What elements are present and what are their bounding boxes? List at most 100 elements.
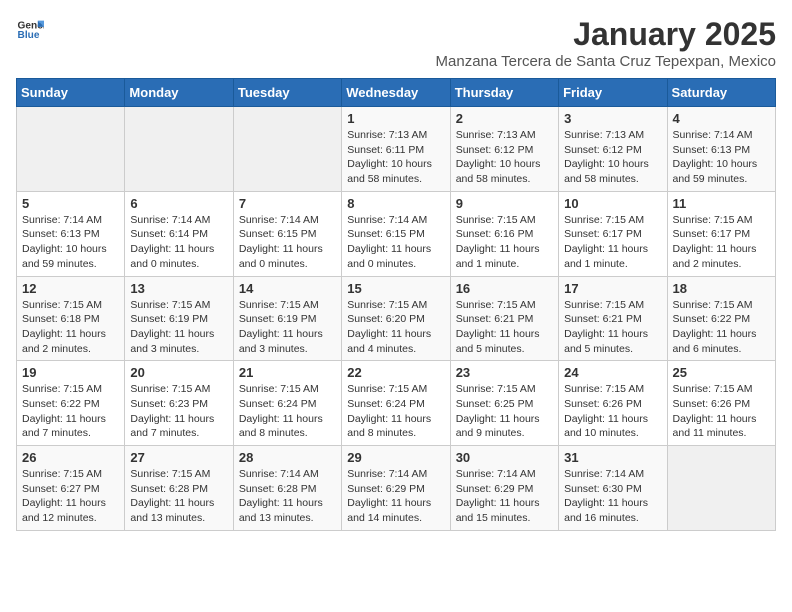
days-header-row: SundayMondayTuesdayWednesdayThursdayFrid… [17, 79, 776, 107]
day-number: 28 [239, 450, 336, 465]
day-info: Sunrise: 7:15 AM Sunset: 6:26 PM Dayligh… [673, 382, 770, 441]
day-info: Sunrise: 7:13 AM Sunset: 6:11 PM Dayligh… [347, 128, 444, 187]
logo: General Blue [16, 16, 44, 44]
day-info: Sunrise: 7:15 AM Sunset: 6:19 PM Dayligh… [130, 298, 227, 357]
day-info: Sunrise: 7:15 AM Sunset: 6:22 PM Dayligh… [22, 382, 119, 441]
day-number: 19 [22, 365, 119, 380]
calendar-cell: 24 Sunrise: 7:15 AM Sunset: 6:26 PM Dayli… [559, 361, 667, 446]
day-info: Sunrise: 7:15 AM Sunset: 6:21 PM Dayligh… [564, 298, 661, 357]
calendar-cell: 6Sunrise: 7:14 AM Sunset: 6:14 PM Daylig… [125, 191, 233, 276]
calendar-cell [17, 107, 125, 192]
calendar-cell: 25 Sunrise: 7:15 AM Sunset: 6:26 PM Dayli… [667, 361, 775, 446]
calendar-cell: 16Sunrise: 7:15 AM Sunset: 6:21 PM Dayli… [450, 276, 558, 361]
day-number: 24 [564, 365, 661, 380]
day-number: 10 [564, 196, 661, 211]
day-info: Sunrise: 7:15 AM Sunset: 6:24 PM Dayligh… [239, 382, 336, 441]
day-number: 17 [564, 281, 661, 296]
week-row-1: 1 Sunrise: 7:13 AM Sunset: 6:11 PM Daylig… [17, 107, 776, 192]
calendar-cell: 11Sunrise: 7:15 AM Sunset: 6:17 PM Dayli… [667, 191, 775, 276]
day-info: Sunrise: 7:15 AM Sunset: 6:20 PM Dayligh… [347, 298, 444, 357]
day-info: Sunrise: 7:15 AM Sunset: 6:27 PM Dayligh… [22, 467, 119, 526]
day-info: Sunrise: 7:15 AM Sunset: 6:23 PM Dayligh… [130, 382, 227, 441]
calendar-table: SundayMondayTuesdayWednesdayThursdayFrid… [16, 78, 776, 531]
day-number: 29 [347, 450, 444, 465]
day-info: Sunrise: 7:15 AM Sunset: 6:22 PM Dayligh… [673, 298, 770, 357]
calendar-cell: 8 Sunrise: 7:14 AM Sunset: 6:15 PM Daylig… [342, 191, 450, 276]
calendar-cell: 5Sunrise: 7:14 AM Sunset: 6:13 PM Daylig… [17, 191, 125, 276]
calendar-cell: 28Sunrise: 7:14 AM Sunset: 6:28 PM Dayli… [233, 446, 341, 531]
day-info: Sunrise: 7:15 AM Sunset: 6:19 PM Dayligh… [239, 298, 336, 357]
calendar-cell: 3 Sunrise: 7:13 AM Sunset: 6:12 PM Daylig… [559, 107, 667, 192]
day-info: Sunrise: 7:14 AM Sunset: 6:15 PM Dayligh… [239, 213, 336, 272]
day-number: 2 [456, 111, 553, 126]
day-number: 25 [673, 365, 770, 380]
day-number: 14 [239, 281, 336, 296]
header-day-wednesday: Wednesday [342, 79, 450, 107]
calendar-title: January 2025 [436, 16, 776, 53]
day-number: 11 [673, 196, 770, 211]
calendar-cell: 31 Sunrise: 7:14 AM Sunset: 6:30 PM Dayli… [559, 446, 667, 531]
calendar-cell: 7 Sunrise: 7:14 AM Sunset: 6:15 PM Daylig… [233, 191, 341, 276]
calendar-cell: 30 Sunrise: 7:14 AM Sunset: 6:29 PM Dayli… [450, 446, 558, 531]
calendar-cell: 14 Sunrise: 7:15 AM Sunset: 6:19 PM Dayli… [233, 276, 341, 361]
header-day-saturday: Saturday [667, 79, 775, 107]
day-number: 12 [22, 281, 119, 296]
svg-text:Blue: Blue [18, 30, 40, 41]
calendar-cell: 22 Sunrise: 7:15 AM Sunset: 6:24 PM Dayli… [342, 361, 450, 446]
calendar-cell: 9Sunrise: 7:15 AM Sunset: 6:16 PM Daylig… [450, 191, 558, 276]
day-info: Sunrise: 7:14 AM Sunset: 6:13 PM Dayligh… [22, 213, 119, 272]
day-number: 26 [22, 450, 119, 465]
week-row-2: 5Sunrise: 7:14 AM Sunset: 6:13 PM Daylig… [17, 191, 776, 276]
calendar-cell: 17 Sunrise: 7:15 AM Sunset: 6:21 PM Dayli… [559, 276, 667, 361]
day-number: 21 [239, 365, 336, 380]
day-info: Sunrise: 7:15 AM Sunset: 6:26 PM Dayligh… [564, 382, 661, 441]
calendar-subtitle: Manzana Tercera de Santa Cruz Tepexpan, … [436, 53, 776, 70]
week-row-4: 19 Sunrise: 7:15 AM Sunset: 6:22 PM Dayli… [17, 361, 776, 446]
calendar-cell: 4Sunrise: 7:14 AM Sunset: 6:13 PM Daylig… [667, 107, 775, 192]
day-number: 20 [130, 365, 227, 380]
calendar-cell: 26 Sunrise: 7:15 AM Sunset: 6:27 PM Dayli… [17, 446, 125, 531]
calendar-cell: 15Sunrise: 7:15 AM Sunset: 6:20 PM Dayli… [342, 276, 450, 361]
header-day-thursday: Thursday [450, 79, 558, 107]
day-info: Sunrise: 7:15 AM Sunset: 6:21 PM Dayligh… [456, 298, 553, 357]
week-row-3: 12Sunrise: 7:15 AM Sunset: 6:18 PM Dayli… [17, 276, 776, 361]
logo-icon: General Blue [16, 16, 44, 44]
day-info: Sunrise: 7:14 AM Sunset: 6:29 PM Dayligh… [456, 467, 553, 526]
day-info: Sunrise: 7:14 AM Sunset: 6:30 PM Dayligh… [564, 467, 661, 526]
calendar-cell: 20 Sunrise: 7:15 AM Sunset: 6:23 PM Dayli… [125, 361, 233, 446]
calendar-cell [125, 107, 233, 192]
header-day-tuesday: Tuesday [233, 79, 341, 107]
day-info: Sunrise: 7:15 AM Sunset: 6:24 PM Dayligh… [347, 382, 444, 441]
calendar-cell: 27Sunrise: 7:15 AM Sunset: 6:28 PM Dayli… [125, 446, 233, 531]
day-number: 8 [347, 196, 444, 211]
day-info: Sunrise: 7:14 AM Sunset: 6:15 PM Dayligh… [347, 213, 444, 272]
calendar-cell: 21 Sunrise: 7:15 AM Sunset: 6:24 PM Dayli… [233, 361, 341, 446]
day-number: 7 [239, 196, 336, 211]
calendar-cell: 1 Sunrise: 7:13 AM Sunset: 6:11 PM Daylig… [342, 107, 450, 192]
day-number: 4 [673, 111, 770, 126]
day-number: 13 [130, 281, 227, 296]
day-info: Sunrise: 7:15 AM Sunset: 6:17 PM Dayligh… [564, 213, 661, 272]
calendar-cell: 13 Sunrise: 7:15 AM Sunset: 6:19 PM Dayli… [125, 276, 233, 361]
day-number: 31 [564, 450, 661, 465]
day-number: 23 [456, 365, 553, 380]
day-number: 9 [456, 196, 553, 211]
day-info: Sunrise: 7:15 AM Sunset: 6:28 PM Dayligh… [130, 467, 227, 526]
calendar-cell [667, 446, 775, 531]
calendar-cell [233, 107, 341, 192]
day-number: 30 [456, 450, 553, 465]
header-day-monday: Monday [125, 79, 233, 107]
calendar-cell: 10 Sunrise: 7:15 AM Sunset: 6:17 PM Dayli… [559, 191, 667, 276]
calendar-cell: 29 Sunrise: 7:14 AM Sunset: 6:29 PM Dayli… [342, 446, 450, 531]
calendar-cell: 18 Sunrise: 7:15 AM Sunset: 6:22 PM Dayli… [667, 276, 775, 361]
header-day-sunday: Sunday [17, 79, 125, 107]
day-number: 18 [673, 281, 770, 296]
day-info: Sunrise: 7:13 AM Sunset: 6:12 PM Dayligh… [564, 128, 661, 187]
day-info: Sunrise: 7:14 AM Sunset: 6:14 PM Dayligh… [130, 213, 227, 272]
day-number: 1 [347, 111, 444, 126]
day-info: Sunrise: 7:14 AM Sunset: 6:29 PM Dayligh… [347, 467, 444, 526]
calendar-cell: 12Sunrise: 7:15 AM Sunset: 6:18 PM Dayli… [17, 276, 125, 361]
day-number: 3 [564, 111, 661, 126]
header-day-friday: Friday [559, 79, 667, 107]
day-number: 22 [347, 365, 444, 380]
